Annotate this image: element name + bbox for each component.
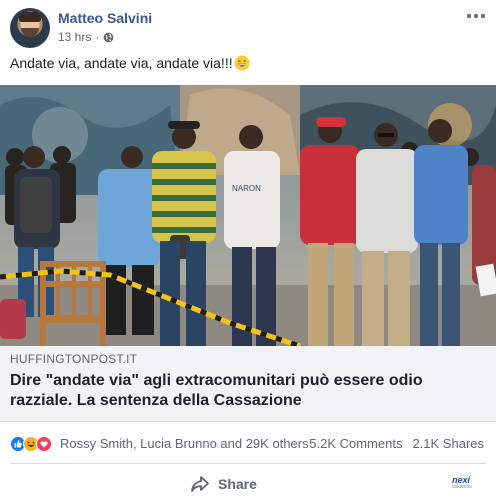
avatar-hair [19,12,41,22]
author-avatar[interactable] [10,8,50,48]
post-meta: 13 hrs · [58,30,114,44]
reactions-bar: Rossy Smith, Lucia Brunno and 29K others… [10,434,486,454]
link-title[interactable]: Dire "andate via" agli extracomunitari p… [10,371,450,411]
post-message: Andate via, andate via, andate via!!! [10,55,250,71]
photo-crowd-illustration: NARON [0,85,496,346]
love-icon [36,436,52,452]
share-button[interactable]: Share [190,472,257,496]
nexi-badge-icon: nexi solutions [452,476,472,490]
globe-icon [104,32,114,42]
link-domain: HUFFINGTONPOST.IT [10,352,138,366]
post-message-text: Andate via, andate via, andate via!!! [10,55,233,71]
reaction-names[interactable]: Rossy Smith, Lucia Brunno and 29K others [60,436,309,451]
shirt-text: NARON [232,184,261,193]
shares-count[interactable]: 2.1K Shares [412,436,484,451]
share-label: Share [218,476,257,492]
divider [10,463,486,464]
nexi-subtext: solutions [452,484,472,490]
facebook-post: Matteo Salvini 13 hrs · Andate via, anda… [0,0,496,500]
comments-count[interactable]: 5.2K Comments [309,436,402,451]
post-header: Matteo Salvini 13 hrs · [10,8,488,48]
share-icon [191,476,209,492]
grinning-face-emoji-icon [234,55,250,71]
more-options-icon[interactable] [464,8,488,24]
author-name[interactable]: Matteo Salvini [58,10,152,26]
engagement-counts: 5.2K Comments 2.1K Shares [309,436,484,451]
post-time[interactable]: 13 hrs [58,30,91,44]
avatar-beard [21,28,39,37]
reaction-icons[interactable] [10,436,62,452]
link-preview-image[interactable]: NARON [0,85,496,346]
link-preview-caption[interactable]: HUFFINGTONPOST.IT Dire "andate via" agli… [0,346,496,422]
